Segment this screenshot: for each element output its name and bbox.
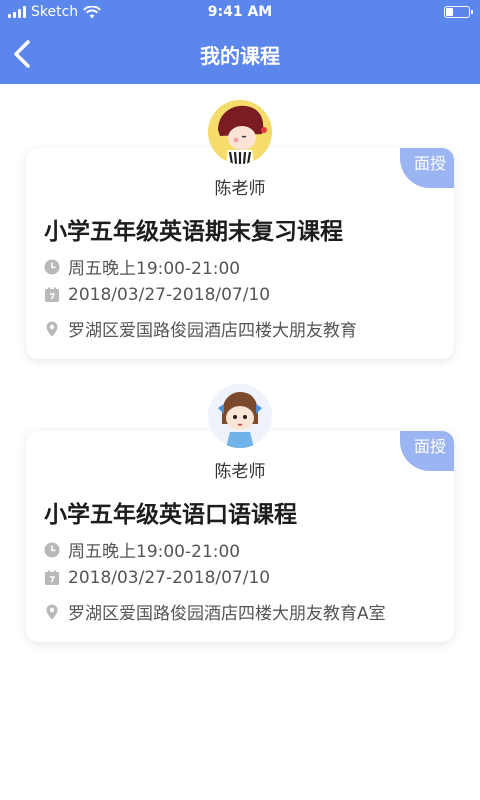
- avatar-illustration: [208, 384, 272, 448]
- teacher-avatar: [208, 384, 272, 448]
- course-date-row: 2018/03/27-2018/07/10: [44, 285, 270, 305]
- app-header: Sketch 9:41 AM 我的课程: [0, 0, 480, 84]
- page-title: 我的课程: [200, 44, 280, 68]
- location-pin-icon: [46, 604, 58, 619]
- teacher-name: 陈老师: [214, 462, 266, 482]
- course-date-row: 2018/03/27-2018/07/10: [44, 568, 270, 588]
- nav-bar: 我的课程: [0, 26, 480, 82]
- calendar-icon: [45, 570, 59, 585]
- course-address: 罗湖区爱国路俊园酒店四楼大朋友教育: [68, 321, 357, 341]
- course-title: 小学五年级英语期末复习课程: [44, 219, 343, 245]
- status-bar: Sketch 9:41 AM: [0, 0, 480, 26]
- status-time: 9:41 AM: [207, 4, 273, 20]
- course-time-row: 周五晚上19:00-21:00: [44, 537, 240, 562]
- course-address-row: 罗湖区爱国路俊园酒店四楼大朋友教育: [44, 316, 357, 341]
- course-address: 罗湖区爱国路俊园酒店四楼大朋友教育A室: [68, 604, 386, 624]
- course-card[interactable]: 面授 陈老师 小学五年级英语口语课程 周五晚上19:00-21:00 2018/…: [26, 431, 454, 642]
- teacher-avatar: [208, 100, 272, 164]
- course-date-range: 2018/03/27-2018/07/10: [68, 568, 271, 588]
- calendar-icon: [45, 287, 59, 302]
- course-time: 周五晚上19:00-21:00: [68, 542, 241, 562]
- course-time: 周五晚上19:00-21:00: [68, 259, 241, 279]
- course-address-row: 罗湖区爱国路俊园酒店四楼大朋友教育A室: [44, 599, 386, 624]
- course-title: 小学五年级英语口语课程: [44, 502, 297, 528]
- teacher-name: 陈老师: [214, 179, 266, 199]
- course-date-range: 2018/03/27-2018/07/10: [68, 285, 271, 305]
- course-card[interactable]: 面授 陈老师 小学五年级英语期末复习课程 周五晚上19:00-21:00 201…: [26, 148, 454, 359]
- location-pin-icon: [46, 321, 58, 336]
- clock-icon: [44, 259, 60, 274]
- battery-icon: [444, 6, 473, 18]
- avatar-illustration: [208, 100, 272, 164]
- clock-icon: [44, 542, 60, 557]
- course-time-row: 周五晚上19:00-21:00: [44, 254, 240, 279]
